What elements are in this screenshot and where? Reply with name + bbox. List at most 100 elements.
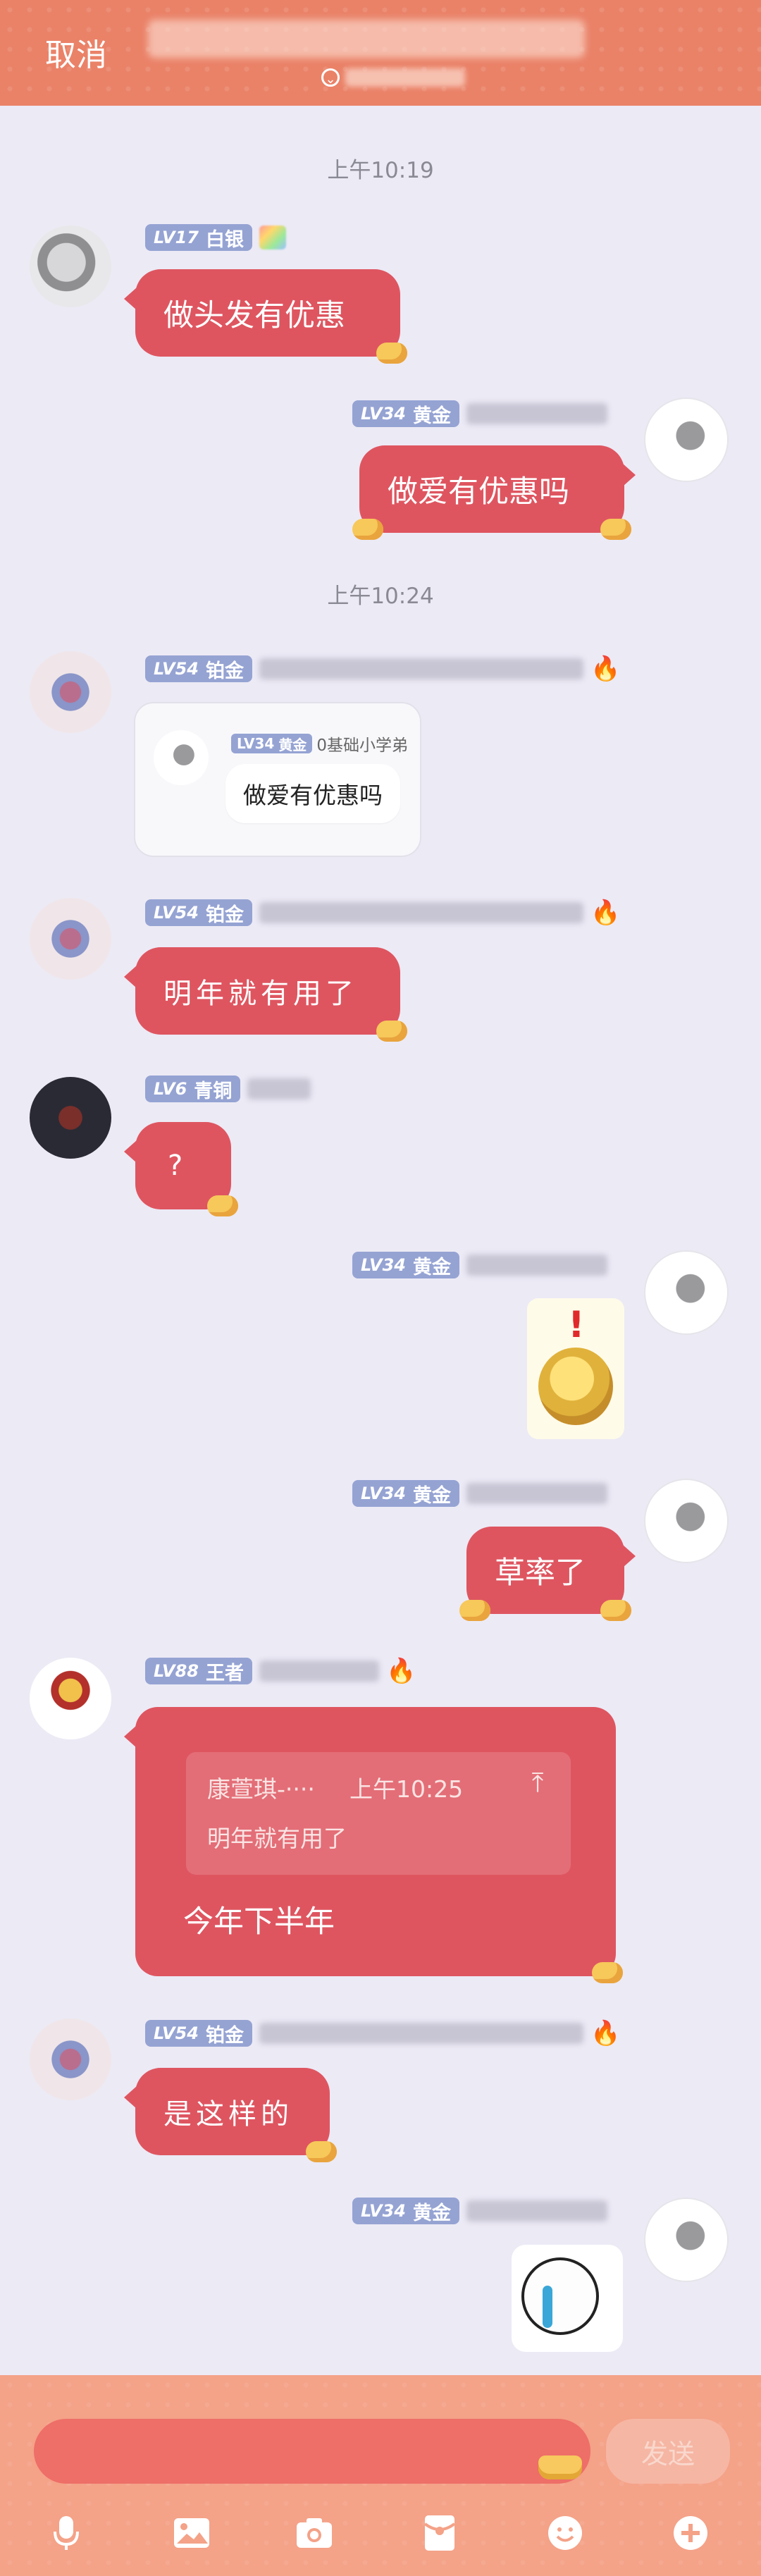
level-badge: LV6 青铜 bbox=[145, 1076, 241, 1102]
sender-meta: LV34 黄金 bbox=[352, 1479, 607, 1508]
jump-to-top-icon[interactable]: ⤒ bbox=[523, 1768, 552, 1797]
username-blurred bbox=[259, 658, 583, 679]
message-input[interactable] bbox=[34, 2419, 590, 2484]
level-badge: LV34 黄金 bbox=[352, 1480, 459, 1507]
message-text: 明年就有用了 bbox=[163, 978, 358, 1010]
cloud-decoration-icon bbox=[352, 519, 383, 540]
message-bubble[interactable]: 草率了 bbox=[459, 1527, 636, 1621]
cloud-decoration-icon bbox=[600, 519, 631, 540]
reply-quote-text: 明年就有用了 bbox=[207, 1825, 347, 1852]
level-badge: LV34 黄金 bbox=[352, 400, 459, 427]
avatar[interactable] bbox=[30, 1077, 111, 1159]
gold-ingot-icon[interactable] bbox=[538, 2455, 582, 2479]
exclamation-icon: ! bbox=[568, 1304, 585, 1346]
level-badge: LV88 王者 bbox=[145, 1658, 252, 1684]
cancel-button[interactable]: 取消 bbox=[45, 30, 107, 75]
plus-icon[interactable] bbox=[671, 2513, 710, 2553]
sender-meta: LV54 铂金 🔥 bbox=[145, 654, 620, 684]
message-bubble[interactable]: ? bbox=[124, 1122, 238, 1216]
message-text: 做头发有优惠 bbox=[163, 298, 345, 333]
rank-text: 王者 bbox=[205, 1662, 244, 1684]
username-blurred bbox=[259, 902, 583, 923]
avatar[interactable] bbox=[645, 1252, 727, 1333]
level-text: LV54 bbox=[154, 903, 199, 923]
level-text: LV34 bbox=[361, 1255, 406, 1275]
emoji-icon[interactable] bbox=[545, 2513, 585, 2553]
sender-meta: LV54 铂金 🔥 bbox=[145, 898, 620, 928]
send-button[interactable]: 发送 bbox=[606, 2419, 730, 2484]
group-subtitle[interactable]: ⌄ bbox=[321, 65, 465, 90]
level-badge: LV54 铂金 bbox=[145, 655, 252, 682]
message-bubble[interactable]: 做头发有优惠 bbox=[124, 269, 407, 364]
sender-meta: LV34 黄金 bbox=[352, 2196, 607, 2226]
level-badge: LV54 铂金 bbox=[145, 2020, 252, 2047]
avatar[interactable] bbox=[645, 2199, 727, 2281]
quoted-message-card[interactable]: LV34 黄金 0基础小学弟 做爱有优惠吗 bbox=[134, 702, 421, 857]
username-blurred bbox=[466, 403, 607, 424]
surprised-face-icon bbox=[538, 1348, 613, 1425]
avatar[interactable] bbox=[30, 226, 111, 307]
fire-icon: 🔥 bbox=[590, 899, 621, 927]
level-badge: LV34 黄金 bbox=[231, 734, 313, 753]
cloud-decoration-icon bbox=[600, 1600, 631, 1621]
sender-meta: LV17 白银 bbox=[145, 223, 286, 252]
level-text: LV34 bbox=[361, 2201, 406, 2221]
camera-icon[interactable] bbox=[295, 2513, 334, 2553]
sticker-image[interactable] bbox=[512, 2245, 623, 2352]
crying-face-icon bbox=[521, 2257, 599, 2335]
rank-text: 白银 bbox=[205, 228, 244, 251]
composer-toolbar bbox=[0, 2508, 761, 2558]
microphone-icon[interactable] bbox=[47, 2513, 86, 2553]
rank-text: 黄金 bbox=[412, 1256, 451, 1278]
rank-text: 铂金 bbox=[205, 904, 244, 926]
rank-text: 黄金 bbox=[278, 736, 307, 753]
avatar[interactable] bbox=[30, 651, 111, 733]
message-text: 做爱有优惠吗 bbox=[388, 474, 569, 510]
timestamp: 上午10:19 bbox=[327, 158, 434, 183]
username-blurred bbox=[259, 2023, 583, 2044]
rank-text: 铂金 bbox=[205, 660, 244, 682]
reply-quote-box[interactable]: 康萱琪-···· 上午10:25 ⤒ 明年就有用了 bbox=[186, 1752, 571, 1875]
level-text: LV88 bbox=[154, 1661, 199, 1681]
rank-text: 铂金 bbox=[205, 2024, 244, 2047]
avatar[interactable] bbox=[645, 1480, 727, 1562]
level-text: LV54 bbox=[154, 659, 199, 679]
sender-meta: LV54 铂金 🔥 bbox=[145, 2019, 620, 2048]
sticker-image[interactable]: ! bbox=[527, 1298, 624, 1439]
avatar bbox=[154, 730, 209, 785]
reply-message-bubble[interactable]: 康萱琪-···· 上午10:25 ⤒ 明年就有用了 今年下半年 bbox=[124, 1707, 623, 1983]
group-title-blurred bbox=[148, 20, 585, 58]
fire-icon: 🔥 bbox=[385, 1657, 416, 1685]
cloud-decoration-icon bbox=[376, 1021, 407, 1042]
quoted-sender-name: 0基础小学弟 bbox=[316, 737, 408, 755]
cloud-decoration-icon bbox=[306, 2141, 337, 2162]
level-text: LV6 bbox=[154, 1079, 187, 1099]
level-text: LV17 bbox=[154, 228, 199, 247]
sender-meta: LV34 黄金 bbox=[352, 1250, 607, 1280]
message-bubble[interactable]: 明年就有用了 bbox=[124, 947, 407, 1042]
avatar[interactable] bbox=[30, 898, 111, 980]
group-subtitle-blurred bbox=[345, 68, 465, 87]
fire-icon: 🔥 bbox=[590, 655, 621, 683]
sender-meta: LV88 王者 🔥 bbox=[145, 1656, 416, 1686]
message-bubble[interactable]: 做爱有优惠吗 bbox=[352, 445, 636, 540]
red-packet-icon[interactable] bbox=[420, 2513, 459, 2553]
image-icon[interactable] bbox=[172, 2513, 211, 2553]
sender-meta: LV6 青铜 bbox=[145, 1074, 311, 1104]
rank-text: 黄金 bbox=[412, 405, 451, 427]
quoted-sender-meta: LV34 黄金 0基础小学弟 bbox=[231, 732, 408, 756]
message-bubble[interactable]: 是这样的 bbox=[124, 2068, 337, 2162]
username-blurred bbox=[466, 2200, 607, 2221]
sender-meta: LV34 黄金 bbox=[352, 399, 607, 429]
reply-quote-time: 上午10:25 bbox=[349, 1775, 464, 1803]
composer-bar: 发送 bbox=[0, 2375, 761, 2576]
avatar[interactable] bbox=[30, 2019, 111, 2100]
cloud-decoration-icon bbox=[376, 343, 407, 364]
cloud-decoration-icon bbox=[592, 1962, 623, 1983]
avatar[interactable] bbox=[645, 399, 727, 481]
chat-header: 取消 ⌄ bbox=[0, 0, 761, 106]
level-badge: LV34 黄金 bbox=[352, 1252, 459, 1278]
reply-quote-sender: 康萱琪-···· bbox=[207, 1775, 315, 1803]
message-text: 今年下半年 bbox=[183, 1904, 335, 1940]
avatar[interactable] bbox=[30, 1658, 111, 1739]
